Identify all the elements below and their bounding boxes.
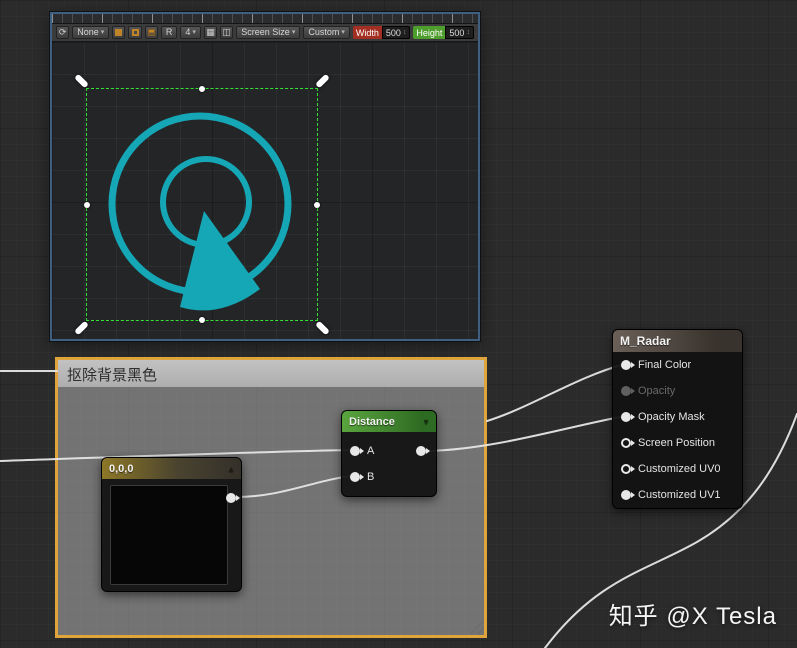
pin-row-customized-uv0: Customized UV0 xyxy=(613,456,742,482)
final-color-label: Final Color xyxy=(638,359,692,371)
opacity-label: Opacity xyxy=(638,385,676,397)
customized-uv0-label: Customized UV0 xyxy=(638,463,721,475)
customized-uv0-pin[interactable] xyxy=(621,464,635,474)
collapse-down-icon: ▼ xyxy=(422,417,430,426)
distance-node-title: Distance xyxy=(349,415,395,428)
chevron-down-icon: ▾ xyxy=(192,29,196,36)
designer-toolbar: ⟳ None ▾ R 4 ▾ ▦ ◫ Screen Size ▾ Custom … xyxy=(52,24,478,42)
spinner-icon[interactable]: ↕ xyxy=(403,29,407,36)
pin-label-a: A xyxy=(367,445,375,457)
chevron-down-icon: ▾ xyxy=(100,29,105,36)
final-color-pin[interactable] xyxy=(621,360,635,370)
chevron-down-icon: ▾ xyxy=(341,29,345,36)
width-label: Width xyxy=(352,26,382,39)
screen-position-label: Screen Position xyxy=(638,437,716,449)
material-node-title: M_Radar xyxy=(620,334,671,348)
anchor-preset-button-1[interactable] xyxy=(112,26,126,39)
collapse-up-icon: ▲ xyxy=(227,464,235,473)
watermark-text: 知乎 @X Tesla xyxy=(608,603,777,630)
opacity-mask-pin[interactable] xyxy=(621,412,635,422)
wire-to-final-color xyxy=(486,363,626,422)
input-pin-a[interactable] xyxy=(350,446,364,456)
custom-size-dropdown[interactable]: Custom ▾ xyxy=(303,26,350,39)
node-material-result[interactable]: M_Radar Final Color Opacity Opacity Mask… xyxy=(612,329,743,509)
grid-snap-value: 4 xyxy=(185,27,191,37)
input-pin-b[interactable] xyxy=(350,472,364,482)
widget-designer-panel: ⟳ None ▾ R 4 ▾ ▦ ◫ Screen Size ▾ Custom … xyxy=(50,12,480,341)
pin-row-b: B xyxy=(342,464,436,490)
opacity-mask-label: Opacity Mask xyxy=(638,411,705,423)
width-input[interactable]: 500 ↕ xyxy=(381,26,411,39)
anchor-fill-icon xyxy=(115,29,123,36)
chevron-down-icon: ▾ xyxy=(291,29,296,36)
pin-row-screen-position: Screen Position xyxy=(613,430,742,456)
node-constant-vector[interactable]: 0,0,0 ▲ xyxy=(101,457,242,592)
distance-node-header[interactable]: Distance ▼ xyxy=(342,411,436,432)
screen-size-dropdown[interactable]: Screen Size ▾ xyxy=(236,26,301,39)
comment-title[interactable]: 抠除背景黑色 xyxy=(58,360,484,387)
color-swatch[interactable] xyxy=(110,485,228,585)
pin-label-b: B xyxy=(367,471,375,483)
custom-size-label: Custom xyxy=(308,27,340,37)
anchor-frame-icon xyxy=(131,29,139,36)
rotation-mode-button[interactable]: R xyxy=(160,26,178,39)
panel-icon[interactable]: ◫ xyxy=(220,26,234,39)
anchor-dropdown-label: None xyxy=(77,27,99,37)
height-field-group: Height 500 ↕ xyxy=(413,26,474,39)
height-input[interactable]: 500 ↕ xyxy=(445,26,474,39)
spinner-icon[interactable]: ↕ xyxy=(466,29,470,36)
opacity-pin[interactable] xyxy=(621,386,635,396)
resize-handle-left[interactable] xyxy=(84,201,90,208)
horizontal-ruler xyxy=(52,14,478,24)
distance-pin-rows: A B xyxy=(342,432,436,496)
material-pin-rows: Final Color Opacity Opacity Mask Screen … xyxy=(613,352,742,508)
constant-node-title: 0,0,0 xyxy=(109,462,134,475)
pin-row-customized-uv1: Customized UV1 xyxy=(613,482,742,508)
resize-handle-bottom[interactable] xyxy=(199,317,205,323)
grid-snap-size-field[interactable]: 4 ▾ xyxy=(180,26,201,39)
pin-row-final-color: Final Color xyxy=(613,352,742,378)
anchor-preset-button-2[interactable] xyxy=(128,26,142,39)
constant-output-pin[interactable] xyxy=(226,493,240,503)
anchor-dropdown[interactable]: None ▾ xyxy=(72,26,110,39)
anchor-preset-button-3[interactable] xyxy=(144,26,158,39)
widget-selection-box[interactable] xyxy=(74,73,330,336)
material-node-header[interactable]: M_Radar xyxy=(613,330,742,352)
node-distance[interactable]: Distance ▼ A B xyxy=(341,410,437,497)
comment-resize-grip[interactable] xyxy=(469,620,483,634)
screen-size-label: Screen Size xyxy=(241,27,290,37)
customized-uv1-pin[interactable] xyxy=(621,490,635,500)
distance-output-pin[interactable] xyxy=(416,446,430,456)
constant-node-header[interactable]: 0,0,0 ▲ xyxy=(102,458,241,479)
material-editor-graph[interactable]: ⟳ None ▾ R 4 ▾ ▦ ◫ Screen Size ▾ Custom … xyxy=(0,0,797,648)
width-field-group: Width 500 ↕ xyxy=(352,26,411,39)
pin-row-opacity-mask: Opacity Mask xyxy=(613,404,742,430)
rotate-icon[interactable]: ⟳ xyxy=(56,26,70,39)
width-value: 500 xyxy=(385,27,401,38)
screen-position-pin[interactable] xyxy=(621,438,635,448)
anchor-half-icon xyxy=(147,29,155,36)
pin-row-opacity: Opacity xyxy=(613,378,742,404)
height-label: Height xyxy=(413,26,446,39)
designer-canvas[interactable] xyxy=(52,42,478,339)
resize-handle-right[interactable] xyxy=(314,201,320,208)
customized-uv1-label: Customized UV1 xyxy=(638,489,721,501)
grid-icon[interactable]: ▦ xyxy=(203,26,218,39)
resize-handle-top[interactable] xyxy=(199,86,205,92)
height-value: 500 xyxy=(449,27,465,38)
